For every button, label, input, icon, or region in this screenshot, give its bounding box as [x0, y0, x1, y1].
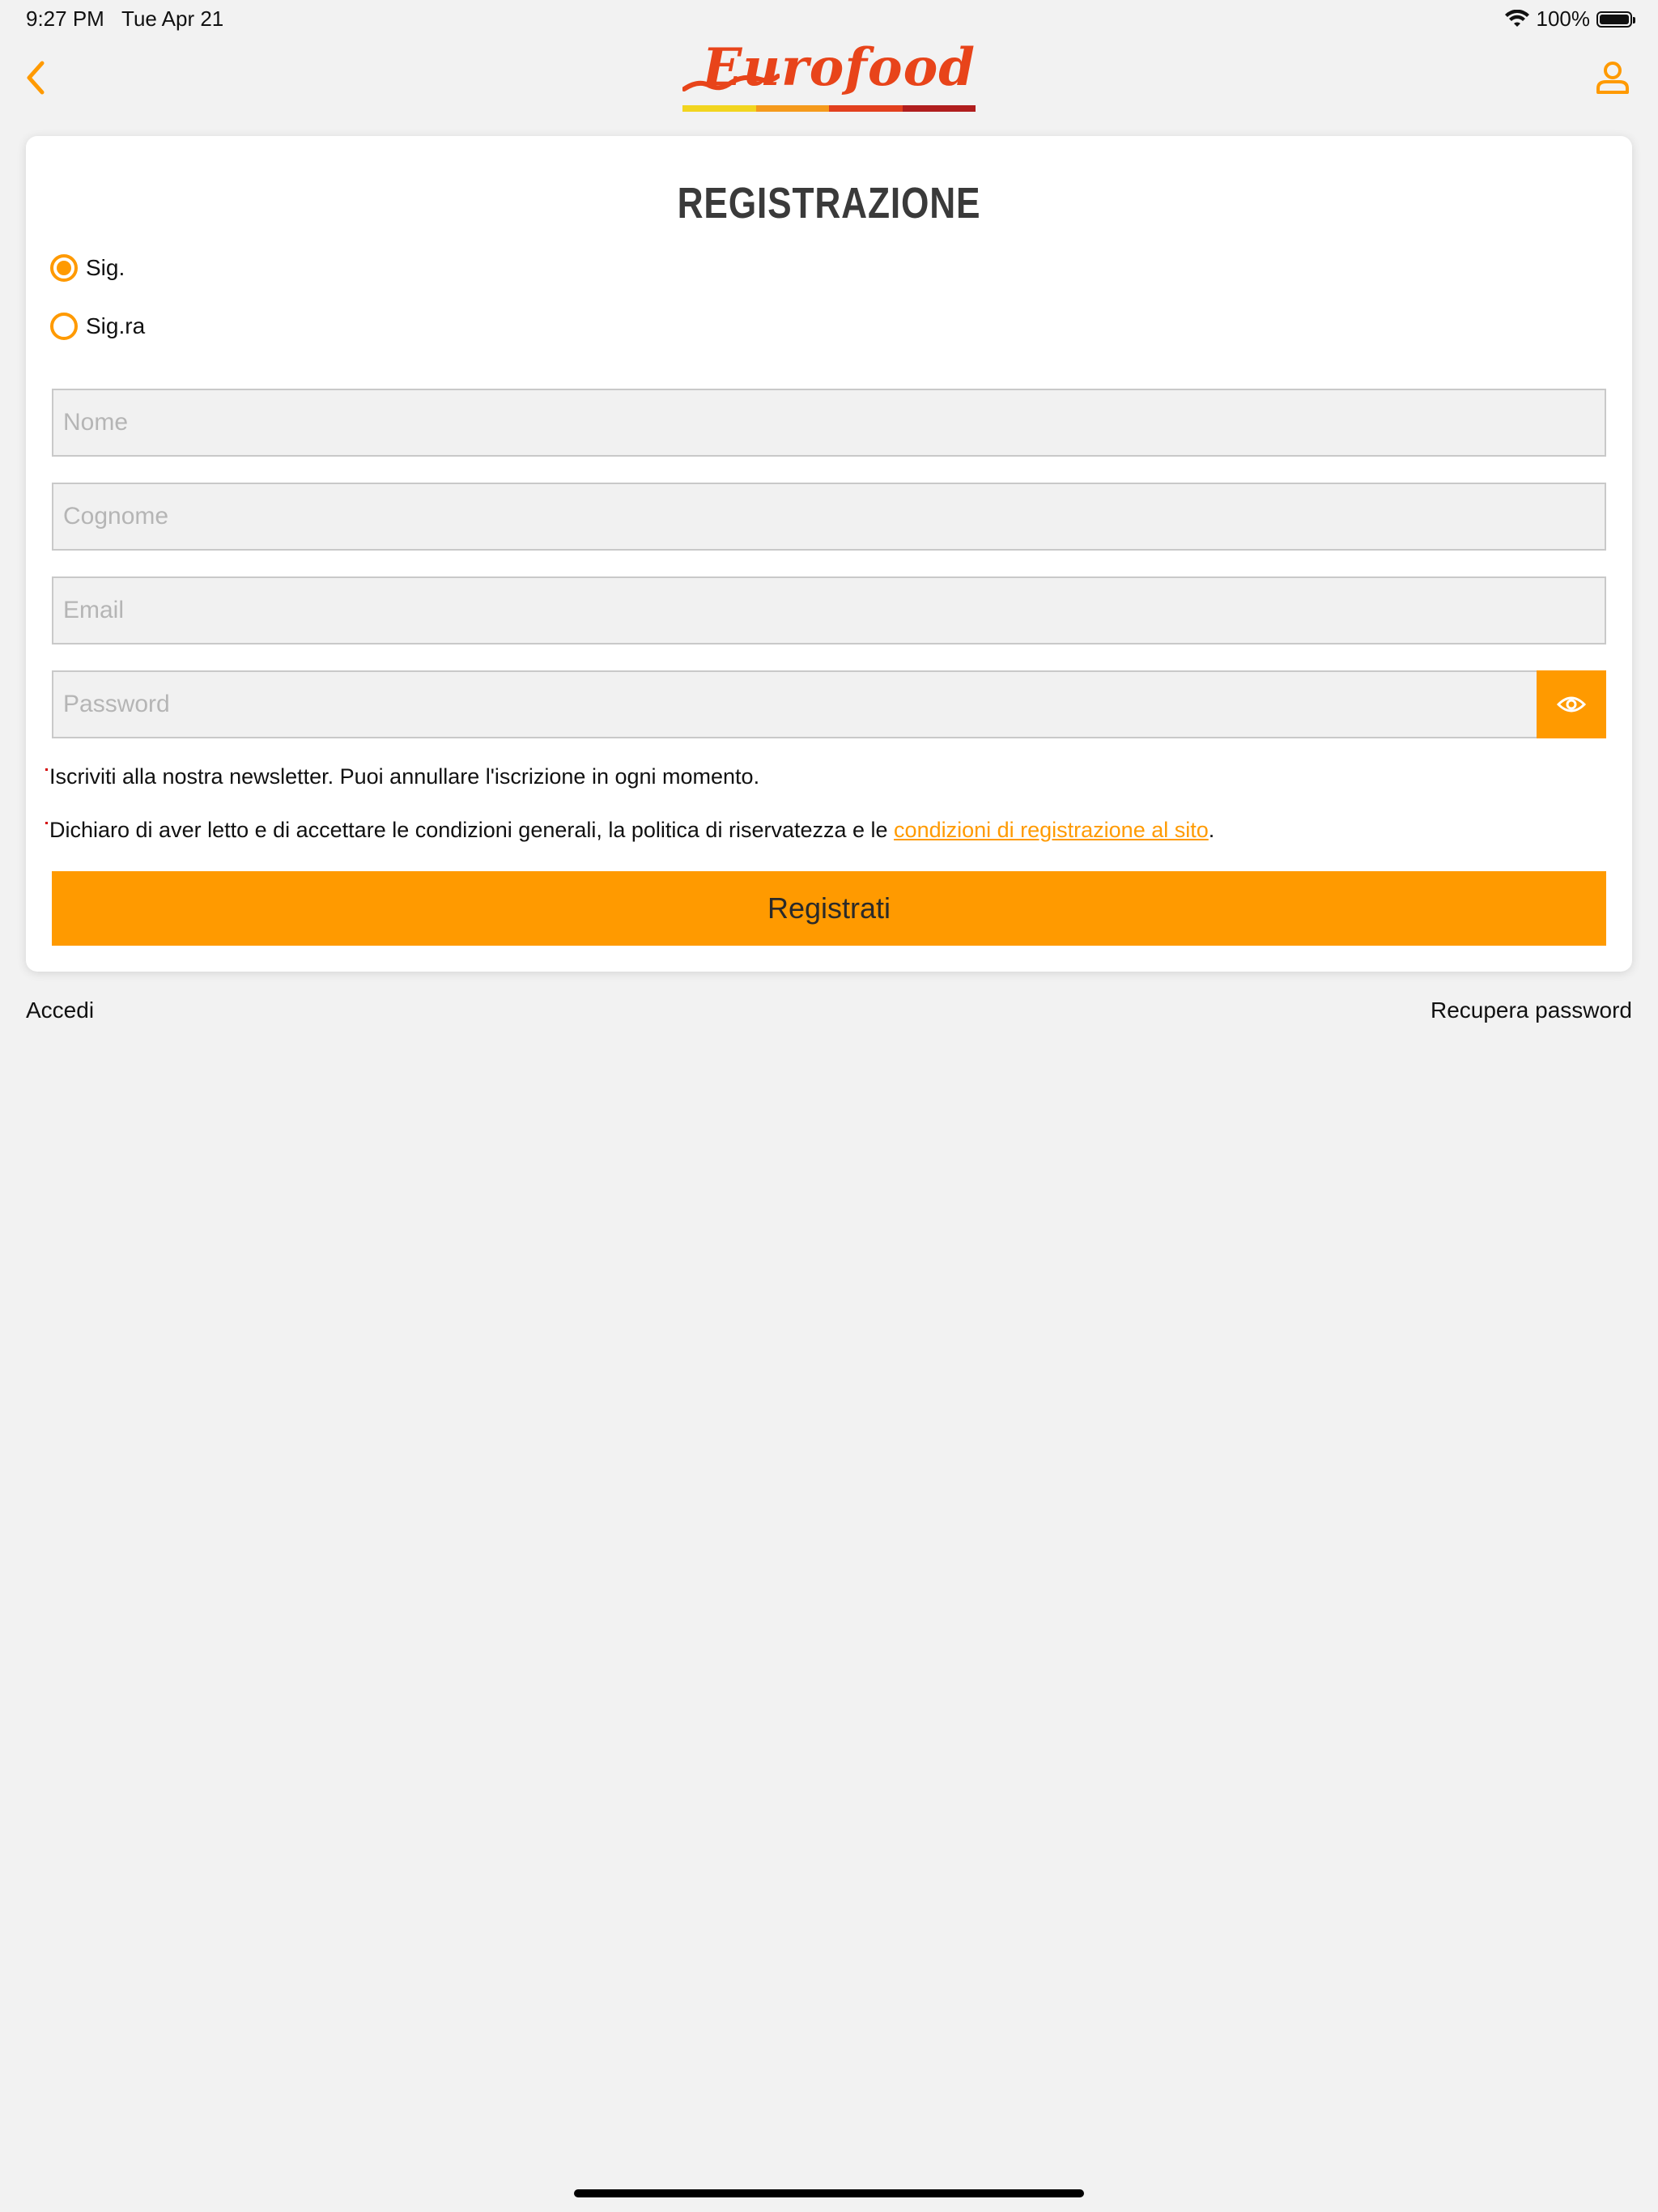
logo-stripe-yellow: [682, 105, 756, 112]
radio-button[interactable]: [50, 313, 78, 340]
logo-stripe-red: [829, 105, 903, 112]
radio-button-selected[interactable]: [50, 254, 78, 282]
eurofood-logo: Eurofood: [682, 37, 976, 113]
radio-dot: [57, 261, 71, 275]
show-password-button[interactable]: [1537, 670, 1606, 738]
logo-stripe-darkred: [902, 105, 976, 112]
newsletter-text: Iscriviti alla nostra newsletter. Puoi a…: [49, 764, 760, 789]
login-link[interactable]: Accedi: [26, 998, 94, 1023]
battery-icon: [1596, 11, 1635, 28]
logo-text: Eurofood: [702, 37, 976, 98]
newsletter-consent[interactable]: Iscriviti alla nostra newsletter. Puoi a…: [45, 764, 759, 789]
eye-icon: [1557, 696, 1586, 713]
terms-link[interactable]: condizioni di registrazione al sito: [894, 818, 1209, 842]
wifi-icon: [1504, 9, 1529, 27]
profile-button[interactable]: [1588, 53, 1637, 102]
last-name-input[interactable]: [52, 483, 1606, 551]
chevron-left-icon: [27, 61, 45, 95]
back-button[interactable]: [18, 53, 53, 102]
logo-stripes: [682, 105, 976, 112]
status-bar: 9:27 PM Tue Apr 21 100%: [0, 0, 1658, 39]
user-icon: [1596, 62, 1629, 94]
salutation-sig-option[interactable]: Sig.: [50, 254, 125, 282]
status-time: 9:27 PM Tue Apr 21: [26, 6, 224, 31]
salutation-label: Sig.ra: [86, 313, 146, 338]
terms-text: Dichiaro di aver letto e di accettare le…: [49, 818, 895, 842]
salutation-label: Sig.: [86, 255, 125, 280]
registration-card: REGISTRAZIONE Sig. Sig.ra Iscriviti alla…: [26, 136, 1632, 972]
status-indicators: 100%: [1504, 6, 1635, 32]
checkbox-marker[interactable]: [45, 822, 48, 824]
page-title: REGISTRAZIONE: [677, 179, 981, 228]
terms-consent[interactable]: Dichiaro di aver letto e di accettare le…: [45, 818, 1214, 843]
logo-stripe-orange: [755, 105, 829, 112]
password-input[interactable]: [52, 670, 1538, 738]
register-button[interactable]: Registrati: [52, 871, 1606, 946]
terms-end: .: [1208, 818, 1215, 842]
first-name-input[interactable]: [52, 389, 1606, 457]
battery-percent: 100%: [1536, 6, 1591, 31]
email-input[interactable]: [52, 576, 1606, 644]
home-indicator[interactable]: [574, 2189, 1084, 2197]
checkbox-marker[interactable]: [45, 768, 48, 771]
nav-bar: Eurofood: [0, 37, 1658, 120]
recover-password-link[interactable]: Recupera password: [1431, 998, 1632, 1023]
salutation-sigra-option[interactable]: Sig.ra: [50, 313, 145, 340]
